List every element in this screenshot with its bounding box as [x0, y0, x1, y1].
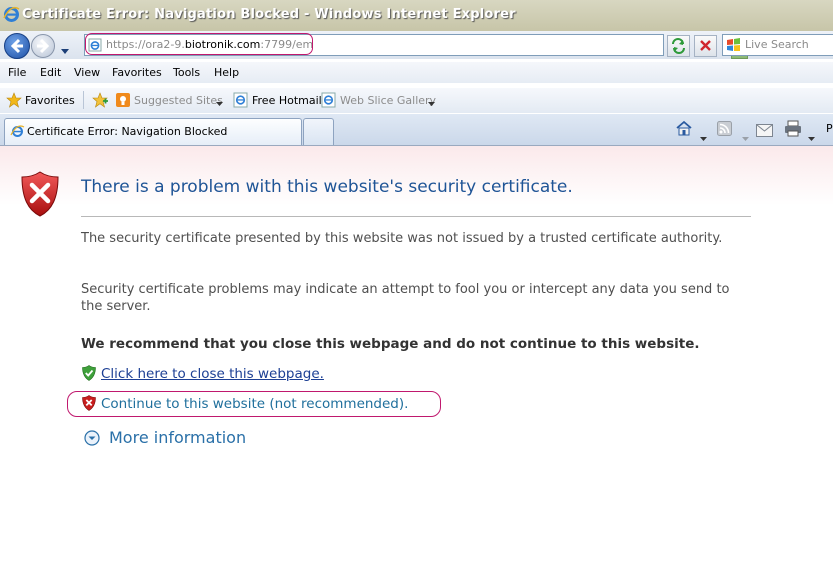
web-slice-gallery-icon [321, 92, 337, 111]
print-icon[interactable] [784, 120, 802, 141]
divider [81, 216, 751, 217]
close-webpage-link[interactable]: Click here to close this webpage. [101, 366, 324, 382]
stop-button[interactable] [694, 35, 717, 57]
menu-file[interactable]: File [8, 66, 26, 79]
chevron-down-icon[interactable] [808, 127, 815, 146]
menu-help[interactable]: Help [214, 66, 239, 79]
search-input[interactable]: Live Search [722, 34, 833, 56]
error-shield-icon [20, 170, 60, 222]
menu-bar: File Edit View Favorites Tools Help [0, 62, 833, 83]
tab-label: Certificate Error: Navigation Blocked [27, 125, 228, 138]
tab-certificate-error[interactable]: Certificate Error: Navigation Blocked [4, 118, 302, 145]
forward-arrow-icon [37, 38, 50, 54]
security-warning-text: Security certificate problems may indica… [81, 282, 730, 314]
page-title: There is a problem with this website's s… [81, 177, 573, 197]
menu-favorites[interactable]: Favorites [112, 66, 162, 79]
favbar-divider [83, 91, 84, 109]
recent-pages-dropdown[interactable] [60, 41, 70, 60]
url-annotation-outline [85, 33, 313, 55]
favorites-star-icon [6, 92, 22, 111]
tab-page-icon [10, 124, 25, 142]
error-description: The security certificate presented by th… [81, 231, 723, 246]
free-hotmail-link[interactable]: Free Hotmail [252, 94, 322, 107]
menu-view[interactable]: View [74, 66, 100, 79]
new-tab-button[interactable] [303, 118, 334, 145]
suggested-sites-icon [115, 92, 131, 111]
suggested-sites-button[interactable]: Suggested Sites [134, 94, 223, 107]
tab-bar: Certificate Error: Navigation Blocked P [0, 114, 833, 146]
address-bar: https://ora2-9.biotronik.com:7799/em Liv… [0, 31, 833, 59]
menu-edit[interactable]: Edit [40, 66, 61, 79]
continue-annotation-outline [67, 391, 441, 417]
forward-button[interactable] [31, 34, 55, 58]
more-information-link[interactable]: More information [109, 428, 246, 447]
green-shield-icon [82, 365, 96, 385]
read-mail-icon[interactable] [756, 122, 773, 141]
back-button[interactable] [4, 33, 30, 59]
menu-tools[interactable]: Tools [173, 66, 200, 79]
ie-logo-icon [3, 6, 20, 27]
web-slice-gallery-button[interactable]: Web Slice Gallery [340, 94, 436, 107]
refresh-button[interactable] [667, 35, 690, 57]
page-content: There is a problem with this website's s… [0, 146, 833, 571]
favorites-button[interactable]: Favorites [25, 94, 75, 107]
title-bar: Certificate Error: Navigation Blocked - … [0, 0, 833, 32]
chevron-down-icon[interactable] [742, 127, 749, 146]
free-hotmail-icon [233, 92, 249, 111]
home-icon[interactable] [675, 120, 693, 141]
refresh-icon [672, 38, 685, 54]
chevron-down-icon [61, 49, 69, 54]
chevron-down-icon[interactable] [428, 97, 435, 110]
search-placeholder: Live Search [745, 38, 809, 51]
page-menu-button[interactable]: P [826, 122, 833, 135]
add-favorite-icon[interactable] [92, 92, 108, 111]
stop-icon [700, 40, 711, 51]
favorites-bar: Favorites Suggested Sites Free Hotmail W… [0, 88, 833, 113]
chevron-down-icon[interactable] [700, 127, 707, 146]
recommendation-text: We recommend that you close this webpage… [81, 336, 700, 352]
chevron-down-icon[interactable] [216, 97, 223, 110]
window-title: Certificate Error: Navigation Blocked - … [22, 7, 516, 22]
feeds-icon[interactable] [717, 121, 732, 140]
expand-chevron-icon[interactable] [84, 430, 100, 450]
back-arrow-icon [10, 38, 23, 54]
windows-logo-icon [726, 37, 741, 56]
